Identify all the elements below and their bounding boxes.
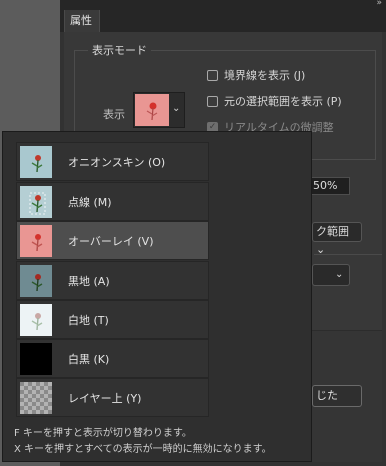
option-label: 白黒 (K) bbox=[68, 352, 110, 366]
hint-toggle-view: F キーを押すと表示が切り替わります。 bbox=[14, 428, 192, 439]
show-edge-label: 境界線を表示 (J) bbox=[224, 69, 306, 82]
option-on-black[interactable]: 黒地 (A) bbox=[16, 261, 209, 300]
tab-properties[interactable]: 属性 bbox=[64, 10, 100, 32]
option-label: 白地 (T) bbox=[68, 313, 109, 327]
show-edge-checkbox[interactable]: 境界線を表示 (J) bbox=[207, 67, 305, 83]
marching-ants-icon bbox=[20, 185, 52, 218]
panel-topbar: » bbox=[60, 0, 386, 10]
view-mode-title: 表示モード bbox=[88, 42, 151, 58]
option-on-layers[interactable]: レイヤー上 (Y) bbox=[16, 378, 209, 417]
range-select-label: ク範囲 bbox=[316, 225, 349, 238]
chevron-down-icon: ⌄ bbox=[335, 269, 344, 280]
show-original-checkbox[interactable]: 元の選択範囲を表示 (P) bbox=[207, 93, 342, 109]
view-mode-dropdown[interactable]: ⌄ bbox=[133, 92, 185, 128]
option-label: 点線 (M) bbox=[68, 195, 112, 209]
option-overlay[interactable]: オーバーレイ (V) bbox=[16, 221, 209, 260]
overlay-thumbnail-icon bbox=[135, 94, 169, 126]
option-black-white[interactable]: 白黒 (K) bbox=[16, 339, 209, 378]
show-original-label: 元の選択範囲を表示 (P) bbox=[224, 95, 342, 108]
option-marching-ants[interactable]: 点線 (M) bbox=[16, 182, 209, 221]
chevron-down-icon: ⌄ bbox=[172, 103, 181, 114]
option-on-white[interactable]: 白地 (T) bbox=[16, 300, 209, 339]
on-black-icon bbox=[20, 264, 52, 297]
option-onion-skin[interactable]: オニオンスキン (O) bbox=[16, 142, 209, 181]
tab-strip bbox=[60, 10, 386, 32]
opacity-field[interactable]: 50% bbox=[310, 177, 350, 195]
view-label: 表示 bbox=[103, 108, 125, 121]
option-label: オーバーレイ (V) bbox=[68, 234, 154, 248]
on-white-icon bbox=[20, 303, 52, 336]
view-mode-popup: オニオンスキン (O) 点線 (M) オーバーレイ (V) 黒地 (A) 白地 … bbox=[2, 131, 312, 462]
option-label: 黒地 (A) bbox=[68, 274, 110, 288]
close-button[interactable]: じた bbox=[312, 385, 362, 407]
onion-skin-icon bbox=[20, 145, 52, 178]
checkbox-box[interactable] bbox=[207, 69, 218, 81]
divider bbox=[314, 254, 382, 255]
range-select[interactable]: ク範囲 ⌄ bbox=[312, 222, 362, 256]
black-white-icon bbox=[20, 342, 52, 375]
on-layers-icon bbox=[20, 381, 52, 414]
checkbox-box[interactable] bbox=[207, 95, 218, 107]
overlay-icon bbox=[20, 224, 52, 257]
option-label: レイヤー上 (Y) bbox=[68, 391, 142, 405]
output-select[interactable]: ⌄ bbox=[312, 264, 350, 286]
hint-disable-view: X キーを押すとすべての表示が一時的に無効になります。 bbox=[14, 444, 272, 455]
collapse-panel-icon[interactable]: » bbox=[376, 0, 382, 8]
option-label: オニオンスキン (O) bbox=[68, 155, 166, 169]
